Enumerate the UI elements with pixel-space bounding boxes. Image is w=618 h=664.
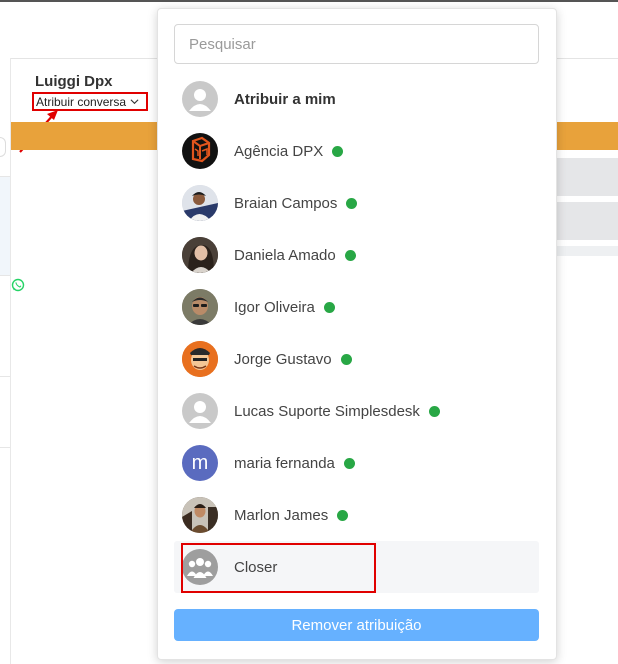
option-label: Marlon James	[234, 506, 329, 524]
assign-option-agent[interactable]: Jorge Gustavo	[174, 333, 539, 385]
collapse-handle[interactable]	[0, 137, 6, 157]
option-label: Igor Oliveira	[234, 298, 315, 316]
option-label: Atribuir a mim	[234, 90, 336, 108]
message-row	[548, 246, 618, 256]
conversation-list-item[interactable]	[0, 376, 10, 448]
chevron-down-icon	[130, 99, 139, 105]
user-photo	[182, 497, 218, 533]
online-status-dot	[340, 353, 352, 365]
option-label: Braian Campos	[234, 194, 338, 212]
assign-option-agent[interactable]: Igor Oliveira	[174, 281, 539, 333]
assign-option-agent[interactable]: Agência DPX	[174, 125, 539, 177]
online-status-dot	[343, 457, 355, 469]
assign-option-agent[interactable]: Daniela Amado	[174, 229, 539, 281]
user-photo	[182, 341, 218, 377]
online-status-dot	[332, 145, 344, 157]
option-label: maria fernanda	[234, 454, 335, 472]
assign-option-agent[interactable]: m maria fernanda	[174, 437, 539, 489]
agencia-dpx-logo	[182, 133, 218, 169]
assign-option-agent[interactable]: Marlon James	[174, 489, 539, 541]
assign-dropdown-panel: Atribuir a mim Agência DPX Braian Camp	[157, 8, 557, 660]
user-photo	[182, 185, 218, 221]
default-user-avatar	[182, 81, 218, 117]
assign-option-agent[interactable]: Lucas Suporte Simplesdesk	[174, 385, 539, 437]
option-label: Lucas Suporte Simplesdesk	[234, 402, 420, 420]
assign-conversation-label: Atribuir conversa	[36, 94, 127, 109]
default-user-avatar	[182, 393, 218, 429]
online-status-dot	[337, 509, 349, 521]
assign-option-team[interactable]: Closer	[174, 541, 539, 593]
message-row	[548, 158, 618, 196]
remove-assignment-button[interactable]: Remover atribuição	[174, 609, 539, 641]
user-photo	[182, 237, 218, 273]
online-status-dot	[346, 197, 358, 209]
option-label: Closer	[234, 558, 278, 576]
assign-option-me[interactable]: Atribuir a mim	[174, 73, 539, 125]
team-group-avatar	[182, 549, 218, 585]
option-label: Jorge Gustavo	[234, 350, 332, 368]
initial-avatar: m	[182, 445, 218, 481]
user-photo	[182, 289, 218, 325]
whatsapp-icon	[11, 278, 25, 292]
conversation-list-item[interactable]	[0, 176, 10, 276]
online-status-dot	[344, 249, 356, 261]
option-label: Agência DPX	[234, 142, 324, 160]
online-status-dot	[428, 405, 440, 417]
online-status-dot	[323, 301, 335, 313]
option-label: Daniela Amado	[234, 246, 336, 264]
message-row	[548, 202, 618, 240]
search-input[interactable]	[174, 24, 539, 64]
assign-option-agent[interactable]: Braian Campos	[174, 177, 539, 229]
contact-name: Luiggi Dpx	[35, 73, 113, 90]
